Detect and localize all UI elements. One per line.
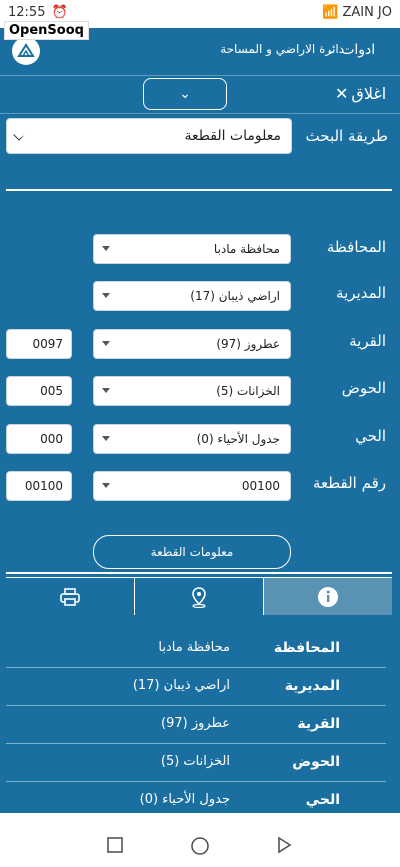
dls-logo xyxy=(12,37,40,65)
governorate-label: المحافظة xyxy=(326,238,386,256)
sub-bar: ⌄ ✕ اغلاق xyxy=(0,76,400,114)
basin-select[interactable]: الخزانات (5) xyxy=(93,376,291,406)
tools-label: ادوات xyxy=(341,42,376,58)
district-select[interactable]: جدول الأحياء (0) xyxy=(93,424,291,454)
collapse-toggle-button[interactable]: ⌄ xyxy=(143,78,227,110)
details-key: الحوض xyxy=(292,754,340,770)
tab-location[interactable] xyxy=(135,578,264,615)
details-row: الحي جدول الأحياء (0) xyxy=(6,783,386,813)
dropdown-arrow-icon xyxy=(102,293,110,298)
directorate-select[interactable]: اراضي ذيبان (17) xyxy=(93,281,291,311)
village-select[interactable]: عطروز (97) xyxy=(93,329,291,359)
parcel-code-input[interactable]: 00100 xyxy=(6,471,72,501)
watermark-brand: OpenSooq xyxy=(9,23,84,38)
details-row: القرية عطروز (97) xyxy=(6,707,386,744)
android-nav-bar xyxy=(0,813,400,867)
details-value: محافظة مادبا xyxy=(158,640,230,655)
details-key: المحافظة xyxy=(273,640,340,656)
basin-label: الحوض xyxy=(341,379,386,397)
details-value: عطروز (97) xyxy=(161,716,230,731)
tab-info[interactable] xyxy=(264,578,392,615)
tab-print[interactable] xyxy=(6,578,135,615)
printer-icon xyxy=(60,587,80,606)
district-label: الحي xyxy=(355,427,386,445)
parcel-select[interactable]: 00100 xyxy=(93,471,291,501)
search-method-select[interactable]: معلومات القطعة xyxy=(6,118,292,154)
carrier-label: ZAIN JO xyxy=(342,5,392,20)
close-icon: ✕ xyxy=(335,84,349,103)
directorate-label: المديرية xyxy=(336,284,386,302)
back-icon[interactable] xyxy=(275,836,293,854)
logo-icon xyxy=(17,43,35,57)
dropdown-arrow-icon xyxy=(102,246,110,251)
info-icon xyxy=(318,586,338,607)
close-label: اغلاق xyxy=(351,84,387,103)
district-code-input[interactable]: 000 xyxy=(6,424,72,454)
search-method-label: طريقة البحث xyxy=(305,127,388,145)
details-row: المديرية اراضي ذيبان (17) xyxy=(6,669,386,706)
close-button[interactable]: ✕ اغلاق xyxy=(335,84,386,103)
details-value: اراضي ذيبان (17) xyxy=(132,678,230,693)
details-key: الحي xyxy=(305,792,340,808)
chevron-down-icon: ⌄ xyxy=(179,86,191,102)
dropdown-arrow-icon xyxy=(102,483,110,488)
details-value: جدول الأحياء (0) xyxy=(139,792,230,807)
dropdown-arrow-icon xyxy=(102,436,110,441)
recents-icon[interactable] xyxy=(106,836,124,854)
parcel-info-button[interactable]: معلومات القطعة xyxy=(93,535,291,569)
divider xyxy=(6,572,392,574)
alarm-icon: ⏰ xyxy=(51,5,68,20)
watermark: OpenSooq xyxy=(4,21,89,40)
details-key: المديرية xyxy=(284,678,340,694)
details-row: الحوض الخزانات (5) xyxy=(6,745,386,782)
location-pin-icon xyxy=(192,586,206,608)
governorate-select[interactable]: محافظة مادبا xyxy=(93,234,291,264)
details-value: الخزانات (5) xyxy=(160,754,230,769)
app-screen: ⌄ ادوات دائرة الاراضي و المساحة ⌄ ✕ اغلا… xyxy=(0,28,400,813)
divider xyxy=(6,189,392,191)
dropdown-arrow-icon xyxy=(102,341,110,346)
details-key: القرية xyxy=(297,716,340,732)
basin-code-input[interactable]: 005 xyxy=(6,376,72,406)
chevron-down-icon xyxy=(13,129,25,141)
details-row: المحافظة محافظة مادبا xyxy=(6,631,386,668)
tab-bar xyxy=(6,577,392,615)
village-label: القرية xyxy=(349,332,386,350)
wifi-icon: 📶 xyxy=(322,5,339,20)
village-code-input[interactable]: 0097 xyxy=(6,329,72,359)
status-time: 12:55 xyxy=(8,5,46,20)
parcel-label: رقم القطعة xyxy=(312,474,386,492)
home-icon[interactable] xyxy=(190,836,210,856)
dept-title: دائرة الاراضي و المساحة xyxy=(220,42,344,56)
dropdown-arrow-icon xyxy=(102,388,110,393)
